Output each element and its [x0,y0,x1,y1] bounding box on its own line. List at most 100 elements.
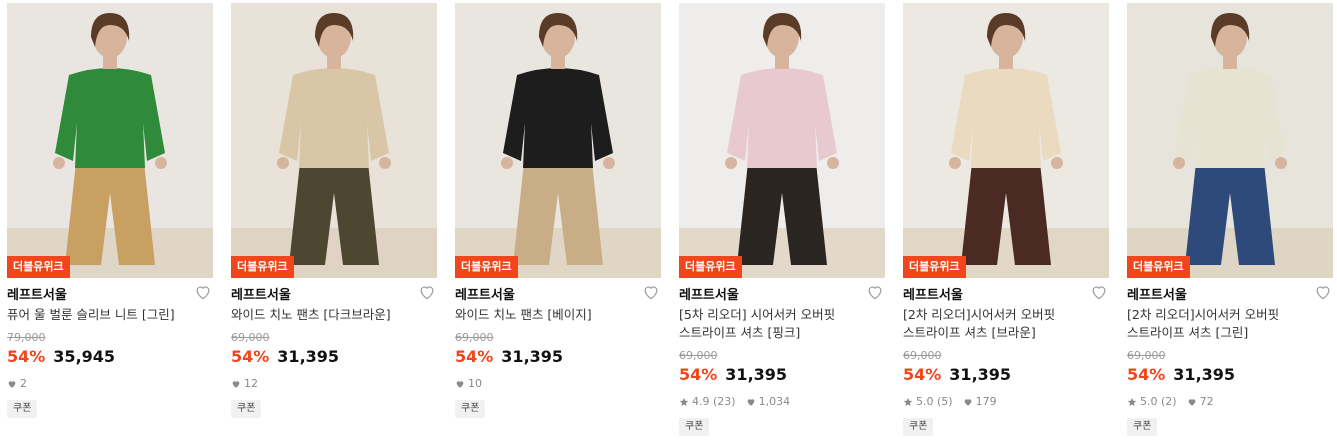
promo-badge: 더블유위크 [1127,256,1190,278]
like-count-value: 12 [244,377,258,390]
rating-value: 4.9 [692,395,710,408]
heart-outline-icon[interactable] [193,282,213,302]
like-count: 1,034 [746,395,791,409]
brand-name[interactable]: 레프트서울 [1127,284,1187,303]
promo-badge: 더블유위크 [231,256,294,278]
star-icon [903,397,913,406]
rating: 5.0 (2) [1127,395,1177,409]
model-hand [1275,157,1287,169]
product-stats: 5.0 (2) 72 [1127,395,1333,409]
product-card[interactable]: 더블유위크 레프트서울 퓨어 울 벌룬 슬리브 니트 [그린] 79,000 5… [7,3,213,448]
product-card[interactable]: 더블유위크 레프트서울 [2차 리오더]시어서커 오버핏 스트라이프 셔츠 [그… [1127,3,1333,448]
original-price: 69,000 [1127,349,1166,362]
like-count-value: 2 [20,377,27,390]
like-count-value: 10 [468,377,482,390]
discount-rate: 54% [455,347,494,366]
rating-value: 5.0 [916,395,934,408]
product-image[interactable]: 더블유위크 [231,3,437,278]
sale-price: 31,395 [501,347,564,366]
sale-price: 31,395 [725,365,788,384]
original-price: 69,000 [231,331,270,344]
heart-outline-icon[interactable] [1089,282,1109,302]
model-hand [155,157,167,169]
model-hand [827,157,839,169]
heart-icon [8,381,16,388]
brand-name[interactable]: 레프트서울 [455,284,515,303]
promo-badge: 더블유위크 [455,256,518,278]
model-hand [725,157,737,169]
product-name[interactable]: [5차 리오더] 시어서커 오버핏 스트라이프 셔츠 [핑크] [679,306,885,342]
product-name[interactable]: 퓨어 울 벌룬 슬리브 니트 [그린] [7,306,213,324]
product-card[interactable]: 더블유위크 레프트서울 [5차 리오더] 시어서커 오버핏 스트라이프 셔츠 [… [679,3,885,448]
top-garment [951,68,1061,168]
heart-outline-icon[interactable] [641,282,661,302]
model-hand [501,157,513,169]
rating: 5.0 (5) [903,395,953,409]
promo-badge: 더블유위크 [7,256,70,278]
product-image[interactable]: 더블유위크 [903,3,1109,278]
product-name[interactable]: 와이드 치노 팬츠 [베이지] [455,306,661,324]
coupon-tag: 쿠폰 [231,400,262,418]
product-stats: 12 [231,377,437,391]
sale-price: 31,395 [949,365,1012,384]
top-garment [279,68,389,168]
discount-rate: 54% [903,365,942,384]
heart-icon [964,399,971,406]
coupon-tag: 쿠폰 [7,400,38,418]
like-count-value: 179 [975,395,997,408]
price-row: 54% 31,395 [455,347,661,367]
brand-name[interactable]: 레프트서울 [7,284,67,303]
model-hand [1051,157,1063,169]
discount-rate: 54% [679,365,718,384]
sale-price: 35,945 [53,347,116,366]
product-image[interactable]: 더블유위크 [679,3,885,278]
original-price: 69,000 [455,331,494,344]
heart-icon [1188,399,1195,406]
star-icon [679,397,689,406]
brand-name[interactable]: 레프트서울 [903,284,963,303]
product-stats: 2 [7,377,213,391]
price-row: 54% 35,945 [7,347,213,367]
original-price: 79,000 [7,331,46,344]
coupon-tag: 쿠폰 [679,418,710,436]
heart-outline-icon[interactable] [1313,282,1333,302]
like-count: 12 [231,377,258,391]
like-count: 2 [7,377,27,391]
heart-outline-icon[interactable] [417,282,437,302]
review-count: (2) [1161,395,1177,408]
heart-outline-icon[interactable] [865,282,885,302]
product-card[interactable]: 더블유위크 레프트서울 [2차 리오더]시어서커 오버핏 스트라이프 셔츠 [브… [903,3,1109,448]
model-hand [277,157,289,169]
model-hand [379,157,391,169]
original-price: 69,000 [903,349,942,362]
product-name[interactable]: [2차 리오더]시어서커 오버핏 스트라이프 셔츠 [그린] [1127,306,1333,342]
price-row: 54% 31,395 [903,365,1109,385]
product-card[interactable]: 더블유위크 레프트서울 와이드 치노 팬츠 [다크브라운] 69,000 54%… [231,3,437,448]
product-stats: 5.0 (5) 179 [903,395,1109,409]
product-image[interactable]: 더블유위크 [7,3,213,278]
product-photo [1127,3,1333,278]
brand-name[interactable]: 레프트서울 [231,284,291,303]
coupon-tag: 쿠폰 [1127,418,1158,436]
like-count-value: 1,034 [758,395,791,408]
product-name[interactable]: [2차 리오더]시어서커 오버핏 스트라이프 셔츠 [브라운] [903,306,1109,342]
product-image[interactable]: 더블유위크 [455,3,661,278]
review-count: (5) [937,395,953,408]
like-count: 10 [455,377,482,391]
discount-rate: 54% [231,347,270,366]
model-hand [949,157,961,169]
product-photo [7,3,213,278]
product-card[interactable]: 더블유위크 레프트서울 와이드 치노 팬츠 [베이지] 69,000 54% 31… [455,3,661,448]
product-name[interactable]: 와이드 치노 팬츠 [다크브라운] [231,306,437,324]
brand-name[interactable]: 레프트서울 [679,284,739,303]
product-stats: 4.9 (23) 1,034 [679,395,885,409]
sale-price: 31,395 [1173,365,1236,384]
rating-value: 5.0 [1140,395,1158,408]
star-icon [1127,397,1137,406]
heart-icon [232,381,240,388]
discount-rate: 54% [1127,365,1166,384]
product-photo [455,3,661,278]
product-photo [903,3,1109,278]
product-photo [231,3,437,278]
product-image[interactable]: 더블유위크 [1127,3,1333,278]
